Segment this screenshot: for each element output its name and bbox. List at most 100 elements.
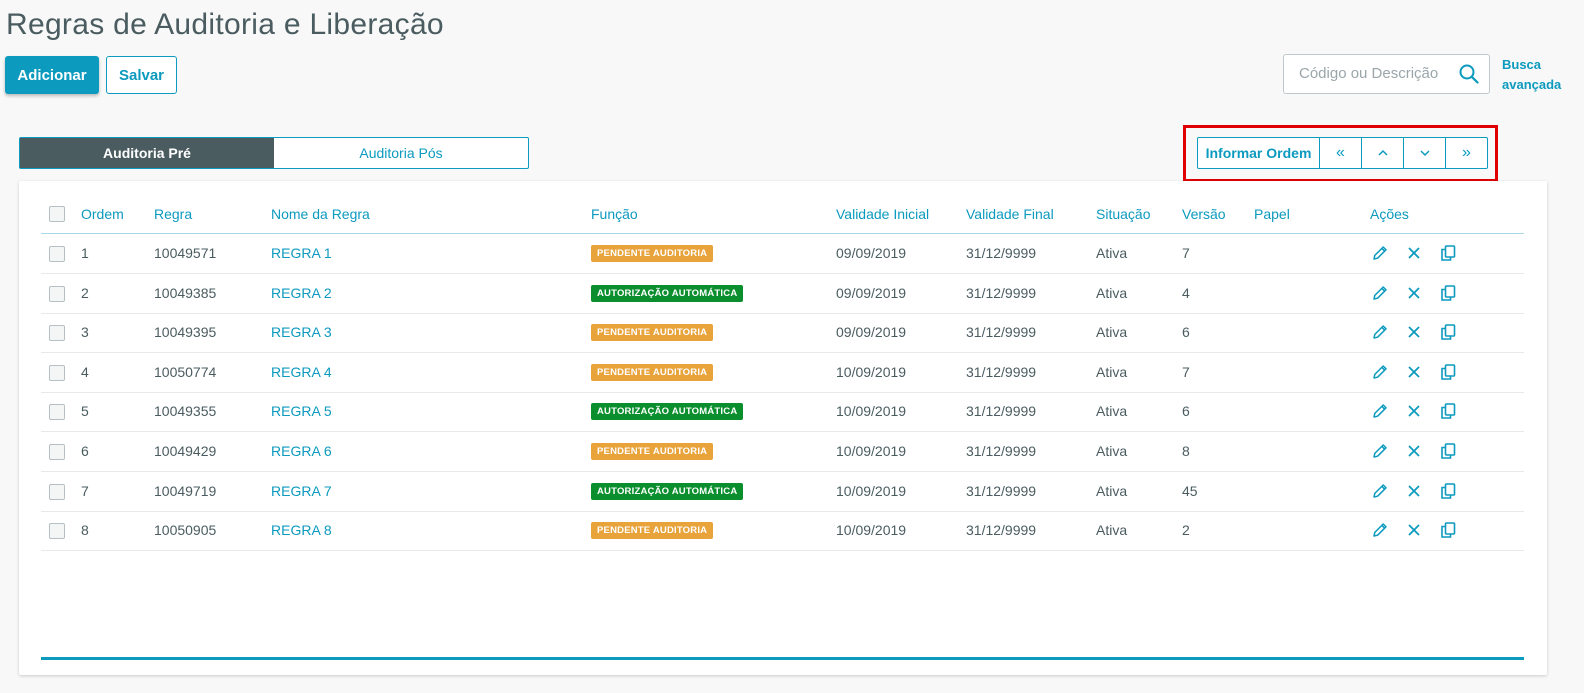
cell-nome-regra-link[interactable]: REGRA 3 — [271, 313, 332, 352]
edit-icon[interactable] — [1371, 363, 1389, 381]
cell-validade-inicial: 10/09/2019 — [836, 522, 907, 539]
cell-situacao: Ativa — [1096, 443, 1128, 459]
add-button[interactable]: Adicionar — [5, 56, 99, 94]
row-checkbox[interactable] — [49, 404, 65, 421]
cell-situacao: Ativa — [1096, 482, 1128, 499]
cell-regra: 10050774 — [154, 363, 217, 380]
close-icon[interactable] — [1405, 284, 1423, 302]
cell-validade-inicial: 10/09/2019 — [836, 363, 907, 380]
table-header: Ordem Regra Nome da Regra Função Validad… — [41, 195, 1524, 234]
cell-nome-regra-link[interactable]: REGRA 7 — [271, 472, 332, 511]
cell-validade-final: 31/12/9999 — [966, 443, 1037, 459]
edit-icon[interactable] — [1371, 402, 1389, 420]
edit-icon[interactable] — [1371, 284, 1389, 302]
cell-situacao: Ativa — [1096, 403, 1128, 420]
table-row: 3 10049395 REGRA 3 PENDENTE AUDITORIA 09… — [41, 313, 1524, 354]
select-all-checkbox[interactable] — [49, 206, 65, 222]
col-versao[interactable]: Versão — [1182, 195, 1226, 233]
copy-icon[interactable] — [1439, 482, 1457, 500]
cell-situacao: Ativa — [1096, 245, 1128, 261]
close-icon[interactable] — [1405, 323, 1423, 341]
edit-icon[interactable] — [1371, 521, 1389, 539]
cell-nome-regra-link[interactable]: REGRA 4 — [271, 353, 332, 392]
move-last-button[interactable]: » — [1445, 138, 1487, 168]
close-icon[interactable] — [1405, 482, 1423, 500]
cell-nome-regra-link[interactable]: REGRA 1 — [271, 234, 332, 273]
copy-icon[interactable] — [1439, 402, 1457, 420]
col-ordem[interactable]: Ordem — [81, 195, 124, 233]
search-input[interactable] — [1297, 64, 1456, 83]
copy-icon[interactable] — [1439, 442, 1457, 460]
copy-icon[interactable] — [1439, 363, 1457, 381]
cell-nome-regra-link[interactable]: REGRA 5 — [271, 392, 332, 431]
edit-icon[interactable] — [1371, 244, 1389, 262]
cell-regra: 10049385 — [154, 284, 217, 301]
tab-auditoria-pre[interactable]: Auditoria Pré — [20, 138, 274, 168]
cell-versao: 6 — [1182, 403, 1190, 420]
copy-icon[interactable] — [1439, 521, 1457, 539]
edit-icon[interactable] — [1371, 442, 1389, 460]
cell-ordem: 1 — [81, 245, 89, 261]
cell-versao: 2 — [1182, 522, 1190, 539]
move-down-button[interactable] — [1403, 138, 1445, 168]
cell-nome-regra-link[interactable]: REGRA 2 — [271, 274, 332, 313]
close-icon[interactable] — [1405, 363, 1423, 381]
tab-auditoria-pos[interactable]: Auditoria Pós — [274, 138, 528, 168]
cell-versao: 8 — [1182, 443, 1190, 459]
funcao-badge: PENDENTE AUDITORIA — [591, 324, 714, 342]
cell-ordem: 8 — [81, 522, 89, 539]
inform-order-button[interactable]: Informar Ordem — [1198, 138, 1319, 168]
funcao-badge: PENDENTE AUDITORIA — [591, 443, 714, 460]
cell-regra: 10049429 — [154, 443, 217, 459]
row-checkbox[interactable] — [49, 444, 65, 460]
edit-icon[interactable] — [1371, 323, 1389, 341]
col-papel[interactable]: Papel — [1254, 195, 1290, 233]
close-icon[interactable] — [1405, 521, 1423, 539]
close-icon[interactable] — [1405, 402, 1423, 420]
cell-ordem: 2 — [81, 284, 89, 301]
cell-situacao: Ativa — [1096, 324, 1128, 341]
col-regra[interactable]: Regra — [154, 195, 192, 233]
cell-versao: 6 — [1182, 324, 1190, 341]
close-icon[interactable] — [1405, 442, 1423, 460]
row-checkbox[interactable] — [49, 364, 65, 381]
cell-ordem: 6 — [81, 443, 89, 459]
cell-regra: 10049395 — [154, 324, 217, 341]
copy-icon[interactable] — [1439, 323, 1457, 341]
copy-icon[interactable] — [1439, 284, 1457, 302]
row-checkbox[interactable] — [49, 246, 65, 262]
row-checkbox[interactable] — [49, 285, 65, 302]
save-button[interactable]: Salvar — [106, 56, 177, 94]
row-checkbox[interactable] — [49, 325, 65, 342]
col-validade-inicial[interactable]: Validade Inicial — [836, 195, 929, 233]
row-checkbox[interactable] — [49, 483, 65, 500]
funcao-badge: AUTORIZAÇÃO AUTOMÁTICA — [591, 284, 744, 302]
table-row: 8 10050905 REGRA 8 PENDENTE AUDITORIA 10… — [41, 511, 1524, 552]
cell-validade-inicial: 10/09/2019 — [836, 482, 907, 499]
col-situacao[interactable]: Situação — [1096, 195, 1150, 233]
cell-ordem: 5 — [81, 403, 89, 420]
row-checkbox[interactable] — [49, 523, 65, 540]
order-controls: Informar Ordem « » — [1197, 137, 1488, 169]
copy-icon[interactable] — [1439, 244, 1457, 262]
move-up-button[interactable] — [1361, 138, 1403, 168]
cell-regra: 10050905 — [154, 522, 217, 539]
table-bottom-line — [41, 657, 1524, 660]
cell-nome-regra-link[interactable]: REGRA 8 — [271, 511, 332, 550]
cell-validade-inicial: 09/09/2019 — [836, 324, 907, 341]
cell-situacao: Ativa — [1096, 284, 1128, 301]
search-icon[interactable] — [1459, 64, 1479, 89]
col-nome-regra[interactable]: Nome da Regra — [271, 195, 370, 233]
audit-tabs: Auditoria Pré Auditoria Pós — [19, 137, 529, 169]
cell-validade-inicial: 09/09/2019 — [836, 245, 907, 261]
move-first-button[interactable]: « — [1319, 138, 1361, 168]
col-validade-final[interactable]: Validade Final — [966, 195, 1054, 233]
close-icon[interactable] — [1405, 244, 1423, 262]
cell-nome-regra-link[interactable]: REGRA 6 — [271, 432, 332, 471]
edit-icon[interactable] — [1371, 482, 1389, 500]
col-funcao[interactable]: Função — [591, 195, 638, 233]
table-row: 4 10050774 REGRA 4 PENDENTE AUDITORIA 10… — [41, 353, 1524, 393]
table-row: 6 10049429 REGRA 6 PENDENTE AUDITORIA 10… — [41, 432, 1524, 472]
advanced-search-link[interactable]: Busca avançada — [1502, 55, 1561, 95]
cell-ordem: 3 — [81, 324, 89, 341]
